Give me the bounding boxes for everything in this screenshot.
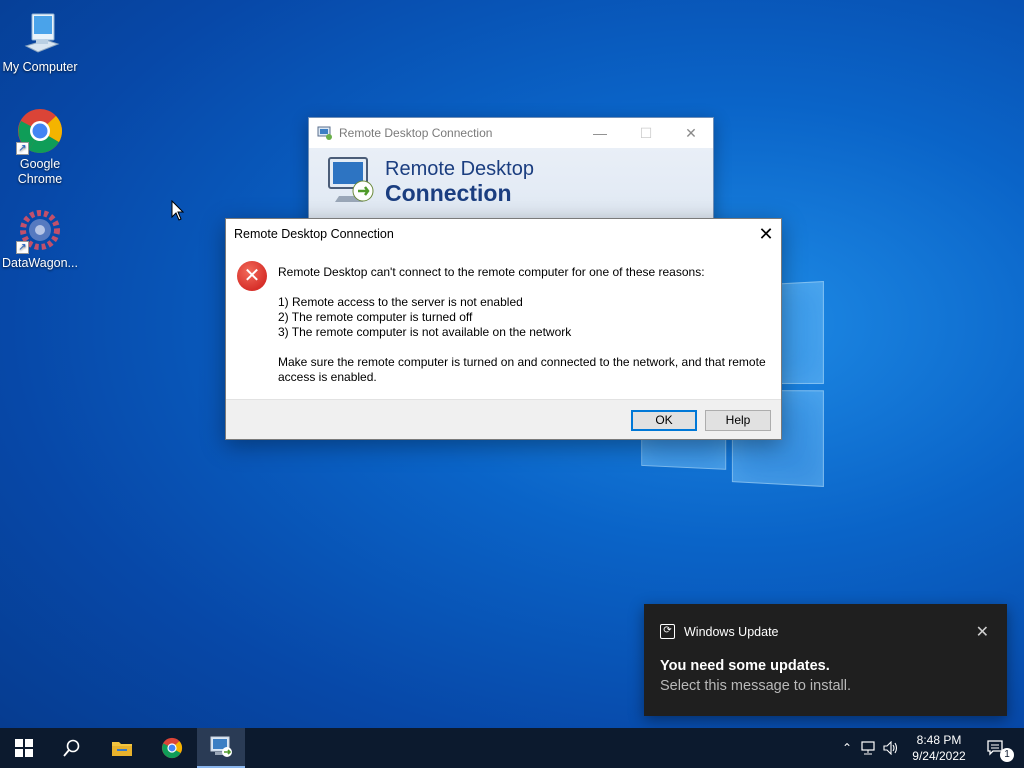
computer-icon: [16, 10, 64, 58]
dialog-titlebar: Remote Desktop Connection: [226, 219, 781, 249]
error-dialog: Remote Desktop Connection ✕ ✕ Remote Des…: [225, 218, 782, 440]
rdc-titlebar: Remote Desktop Connection — ☐ ✕: [309, 118, 713, 148]
volume-icon[interactable]: [880, 741, 902, 755]
taskbar: ⌃ 8:48 PM 9/24/2022 1: [0, 728, 1024, 768]
desktop-icon-google-chrome[interactable]: ↗ Google Chrome: [0, 107, 80, 187]
desktop-icon-label: My Computer: [2, 60, 78, 74]
clock[interactable]: 8:48 PM 9/24/2022: [906, 732, 972, 764]
mouse-cursor-icon: [171, 200, 185, 221]
dialog-title: Remote Desktop Connection: [234, 227, 394, 241]
desktop-icon-my-computer[interactable]: My Computer: [0, 10, 80, 75]
rdc-banner-title-line2: Connection: [385, 180, 512, 206]
toast-header: ⟳ Windows Update: [660, 624, 779, 639]
shortcut-arrow-icon: ↗: [16, 241, 29, 254]
rdc-main-window: Remote Desktop Connection — ☐ ✕ Remote D…: [308, 117, 714, 228]
dialog-message: Remote Desktop can't connect to the remo…: [278, 265, 773, 385]
toast-app-name: Windows Update: [684, 624, 779, 639]
system-tray: ⌃: [838, 728, 902, 768]
desktop-icon-label: DataWagon...: [2, 256, 78, 270]
desktop-icon-datawagon[interactable]: ↗ DataWagon...: [0, 206, 80, 271]
clock-time: 8:48 PM: [916, 733, 962, 747]
remote-desktop-logo-icon: [325, 156, 377, 211]
maximize-button[interactable]: ☐: [623, 118, 669, 148]
toast-title: You need some updates.: [660, 658, 830, 674]
dialog-intro-text: Remote Desktop can't connect to the remo…: [278, 265, 705, 279]
dialog-footer: OK Help: [226, 399, 781, 439]
reason-item: 1) Remote access to the server is not en…: [278, 295, 523, 309]
remote-desktop-icon: [317, 126, 333, 140]
help-button[interactable]: Help: [705, 410, 771, 431]
toast-message: Select this message to install.: [660, 678, 852, 694]
file-explorer-icon: [112, 742, 132, 756]
gear-icon: ↗: [16, 206, 64, 254]
windows-update-icon: ⟳: [660, 624, 675, 639]
rdc-banner: Remote Desktop Connection: [309, 148, 713, 228]
ok-button[interactable]: OK: [631, 410, 697, 431]
reason-item: 3) The remote computer is not available …: [278, 325, 572, 339]
close-button[interactable]: ✕: [668, 118, 714, 148]
windows-update-toast[interactable]: ⟳ Windows Update ✕ You need some updates…: [644, 604, 1007, 716]
start-icon: [15, 739, 33, 757]
remote-desktop-taskbar-button[interactable]: [197, 728, 245, 768]
clock-date: 9/24/2022: [912, 749, 966, 763]
chevron-up-icon[interactable]: ⌃: [838, 741, 856, 755]
rdc-window-title: Remote Desktop Connection: [339, 126, 493, 140]
desktop-icon-label: Google Chrome: [17, 157, 63, 186]
search-icon: [63, 739, 80, 757]
shortcut-arrow-icon: ↗: [16, 142, 29, 155]
reason-item: 2) The remote computer is turned off: [278, 310, 473, 324]
search-button[interactable]: [48, 728, 96, 768]
file-explorer-button[interactable]: [98, 728, 146, 768]
minimize-button[interactable]: —: [577, 118, 623, 148]
remote-desktop-icon: [210, 736, 232, 757]
start-button[interactable]: [0, 728, 48, 768]
chrome-taskbar-button[interactable]: [148, 728, 196, 768]
network-icon[interactable]: [856, 741, 880, 755]
chrome-icon: ↗: [16, 107, 64, 155]
notification-badge: 1: [1000, 748, 1014, 762]
chrome-icon: [161, 737, 183, 759]
rdc-banner-title-line1: Remote Desktop: [385, 158, 534, 180]
action-center-button[interactable]: 1: [976, 728, 1016, 768]
toast-close-button[interactable]: ✕: [976, 622, 989, 642]
error-icon: ✕: [237, 261, 267, 291]
dialog-advice-text: Make sure the remote computer is turned …: [278, 355, 766, 384]
dialog-close-button[interactable]: ✕: [751, 219, 781, 249]
